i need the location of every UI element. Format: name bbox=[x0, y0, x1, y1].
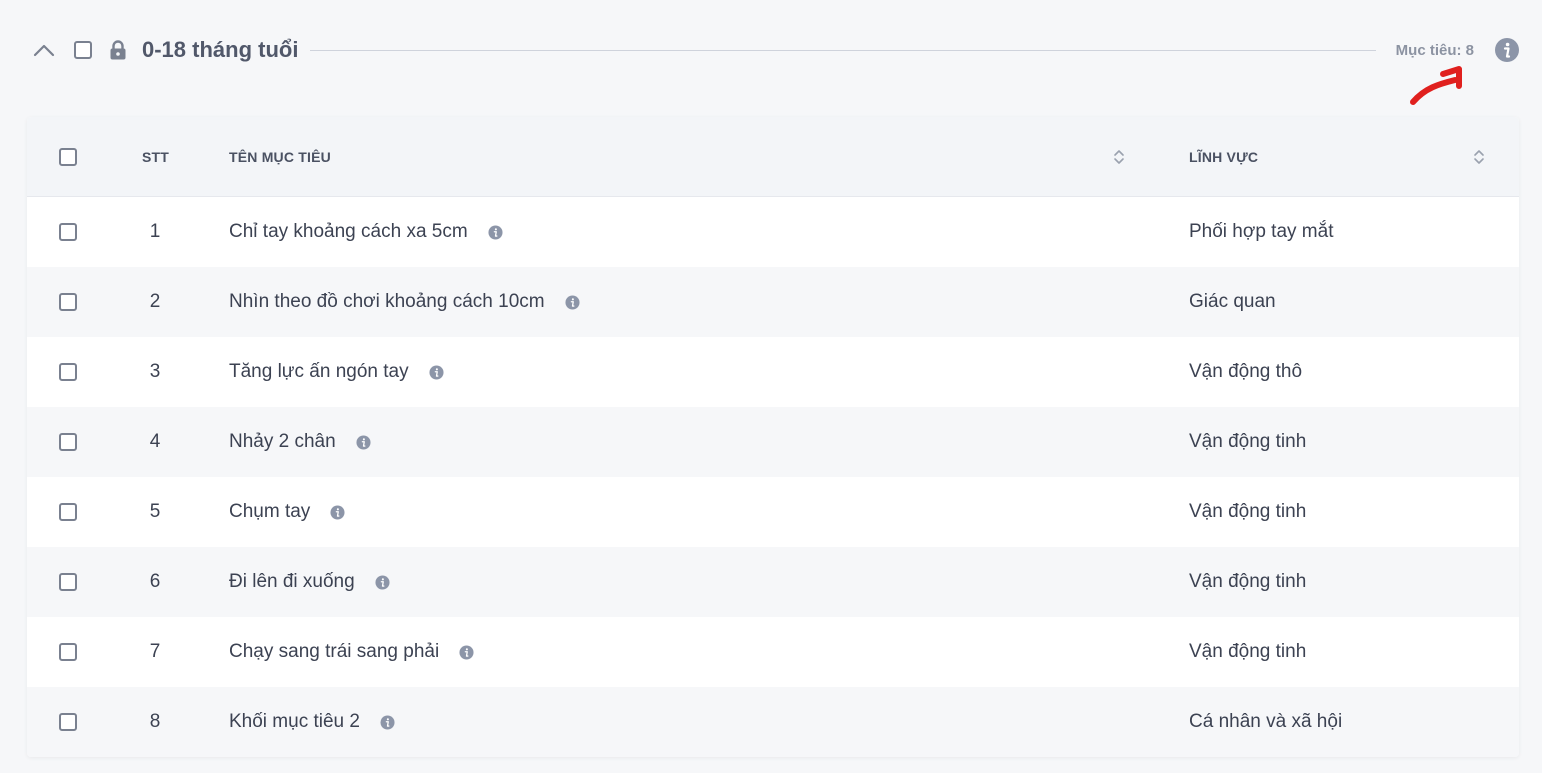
row-name-text: Đi lên đi xuống bbox=[229, 571, 355, 592]
row-checkbox[interactable] bbox=[59, 713, 77, 731]
row-checkbox[interactable] bbox=[59, 433, 77, 451]
row-name: Chạy sang trái sang phải bbox=[229, 641, 474, 663]
row-field: Phối hợp tay mắt bbox=[1189, 221, 1334, 242]
row-field: Vận động thô bbox=[1189, 361, 1303, 382]
table-row[interactable]: 3 Tăng lực ấn ngón tay Vận động thô bbox=[27, 337, 1519, 407]
row-field: Cá nhân và xã hội bbox=[1189, 711, 1343, 732]
table-row[interactable]: 2 Nhìn theo đồ chơi khoảng cách 10cm Giá… bbox=[27, 267, 1519, 337]
target-count: Mục tiêu: 8 bbox=[1395, 41, 1474, 59]
row-stt: 2 bbox=[149, 291, 161, 312]
table-row[interactable]: 1 Chỉ tay khoảng cách xa 5cm Phối hợp ta… bbox=[27, 197, 1519, 267]
group-title: 0-18 tháng tuổi bbox=[142, 37, 299, 62]
row-checkbox[interactable] bbox=[59, 293, 77, 311]
row-field: Vận động tinh bbox=[1189, 641, 1307, 662]
row-name: Chụm tay bbox=[229, 501, 345, 523]
table-row[interactable]: 6 Đi lên đi xuống Vận động tinh bbox=[27, 547, 1519, 617]
info-icon[interactable] bbox=[375, 574, 390, 590]
red-arrow-annotation bbox=[1410, 66, 1462, 105]
row-checkbox[interactable] bbox=[59, 573, 77, 591]
table-header: STT TÊN MỤC TIÊU LĨNH VỰC bbox=[27, 117, 1519, 197]
group-header: 0-18 tháng tuổi Mục tiêu: 8 bbox=[30, 34, 1520, 66]
goals-table: STT TÊN MỤC TIÊU LĨNH VỰC 1 Chỉ tay khoả… bbox=[27, 117, 1519, 757]
row-checkbox[interactable] bbox=[59, 363, 77, 381]
row-stt: 7 bbox=[149, 641, 161, 662]
header-name[interactable]: TÊN MỤC TIÊU bbox=[229, 149, 331, 165]
row-name: Nhìn theo đồ chơi khoảng cách 10cm bbox=[229, 291, 580, 313]
chevron-up-icon[interactable] bbox=[30, 36, 58, 64]
table-row[interactable]: 8 Khối mục tiêu 2 Cá nhân và xã hội bbox=[27, 687, 1519, 757]
row-stt: 1 bbox=[149, 221, 161, 242]
info-icon[interactable] bbox=[380, 714, 395, 730]
row-name: Tăng lực ấn ngón tay bbox=[229, 361, 444, 383]
table-row[interactable]: 7 Chạy sang trái sang phải Vận động tinh bbox=[27, 617, 1519, 687]
info-icon[interactable] bbox=[1494, 37, 1520, 63]
table-row[interactable]: 5 Chụm tay Vận động tinh bbox=[27, 477, 1519, 547]
row-stt: 5 bbox=[149, 501, 161, 522]
sort-icon[interactable] bbox=[1113, 148, 1125, 166]
info-icon[interactable] bbox=[356, 434, 371, 450]
lock-icon bbox=[108, 39, 128, 61]
info-icon[interactable] bbox=[488, 224, 503, 240]
row-name-text: Nhìn theo đồ chơi khoảng cách 10cm bbox=[229, 291, 545, 312]
row-name: Đi lên đi xuống bbox=[229, 571, 390, 593]
row-name-text: Chạy sang trái sang phải bbox=[229, 641, 440, 662]
row-stt: 3 bbox=[149, 361, 161, 382]
row-field: Vận động tinh bbox=[1189, 501, 1307, 522]
row-checkbox[interactable] bbox=[59, 223, 77, 241]
header-divider bbox=[310, 49, 1376, 51]
row-checkbox[interactable] bbox=[59, 503, 77, 521]
header-field[interactable]: LĨNH VỰC bbox=[1189, 149, 1258, 165]
row-name: Nhảy 2 chân bbox=[229, 431, 371, 453]
sort-icon[interactable] bbox=[1473, 148, 1485, 166]
group-select-checkbox[interactable] bbox=[74, 41, 92, 59]
table-row[interactable]: 4 Nhảy 2 chân Vận động tinh bbox=[27, 407, 1519, 477]
info-icon[interactable] bbox=[429, 364, 444, 380]
select-all-checkbox[interactable] bbox=[59, 147, 77, 166]
row-stt: 8 bbox=[149, 711, 161, 732]
row-name-text: Chỉ tay khoảng cách xa 5cm bbox=[229, 221, 468, 242]
info-icon[interactable] bbox=[459, 644, 474, 660]
info-icon[interactable] bbox=[565, 294, 580, 310]
row-field: Vận động tinh bbox=[1189, 571, 1307, 592]
row-name: Khối mục tiêu 2 bbox=[229, 711, 395, 733]
row-field: Vận động tinh bbox=[1189, 431, 1307, 452]
row-name-text: Khối mục tiêu 2 bbox=[229, 711, 360, 732]
row-checkbox[interactable] bbox=[59, 643, 77, 661]
row-name-text: Tăng lực ấn ngón tay bbox=[229, 361, 409, 382]
row-stt: 6 bbox=[149, 571, 161, 592]
header-stt: STT bbox=[142, 148, 170, 165]
row-name-text: Nhảy 2 chân bbox=[229, 431, 336, 452]
row-field: Giác quan bbox=[1189, 291, 1276, 312]
row-stt: 4 bbox=[149, 431, 161, 452]
row-name-text: Chụm tay bbox=[229, 501, 311, 522]
row-name: Chỉ tay khoảng cách xa 5cm bbox=[229, 221, 503, 243]
info-icon[interactable] bbox=[330, 504, 345, 520]
